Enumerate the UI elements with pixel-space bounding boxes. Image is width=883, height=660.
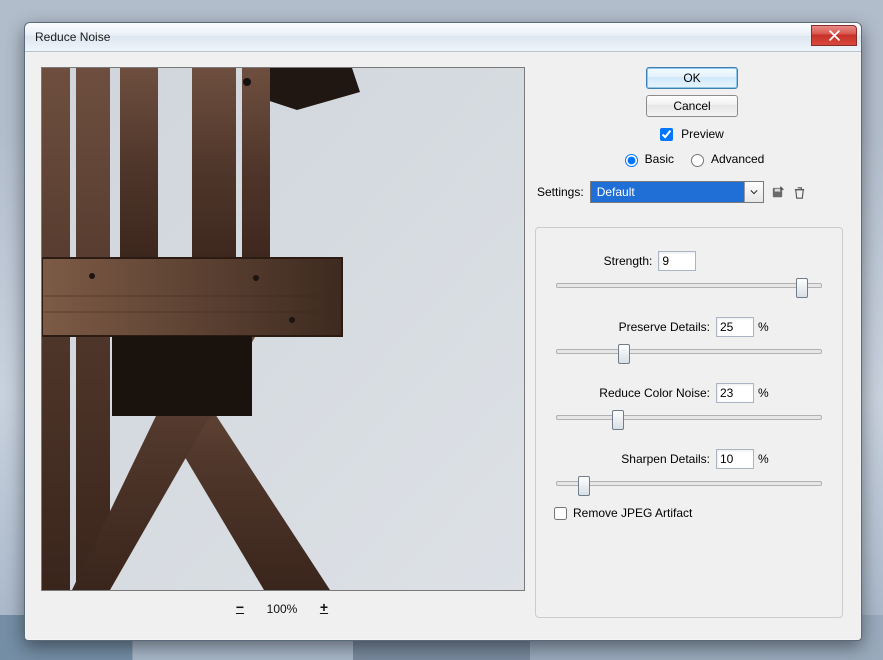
param-strength-input[interactable]: [658, 251, 696, 271]
mode-basic-radio[interactable]: [625, 154, 638, 167]
settings-value: Default: [597, 185, 635, 199]
mode-advanced-option[interactable]: Advanced: [686, 151, 764, 167]
param-preserve-unit: %: [758, 320, 776, 334]
dialog-window: Reduce Noise: [24, 22, 862, 641]
chevron-down-icon: [744, 182, 763, 202]
param-sharpen-details: Sharpen Details: %: [554, 448, 824, 490]
ok-button[interactable]: OK: [646, 67, 738, 89]
delete-preset-button[interactable]: [792, 184, 808, 200]
param-reducecolor-input[interactable]: [716, 383, 754, 403]
preview-image[interactable]: [41, 67, 525, 591]
param-reduce-color-noise: Reduce Color Noise: %: [554, 382, 824, 424]
param-preserve-input[interactable]: [716, 317, 754, 337]
mode-advanced-label: Advanced: [711, 152, 764, 166]
param-sharpen-label: Sharpen Details:: [621, 452, 710, 466]
window-title: Reduce Noise: [35, 30, 110, 44]
floppy-arrow-icon: [770, 185, 785, 200]
slider-thumb[interactable]: [618, 344, 630, 364]
slider-thumb[interactable]: [612, 410, 624, 430]
mode-basic-label: Basic: [645, 152, 674, 166]
save-preset-button[interactable]: [770, 184, 786, 200]
param-reducecolor-label: Reduce Color Noise:: [599, 386, 710, 400]
mode-advanced-radio[interactable]: [691, 154, 704, 167]
window-close-button[interactable]: [811, 25, 857, 46]
param-strength-slider[interactable]: [556, 278, 822, 292]
remove-jpeg-label: Remove JPEG Artifact: [573, 506, 692, 520]
param-sharpen-slider[interactable]: [556, 476, 822, 490]
preview-checkbox[interactable]: [660, 128, 673, 141]
mode-basic-option[interactable]: Basic: [620, 151, 674, 167]
param-strength: Strength:: [554, 250, 824, 292]
param-reducecolor-slider[interactable]: [556, 410, 822, 424]
trash-icon: [792, 185, 807, 200]
param-sharpen-unit: %: [758, 452, 776, 466]
zoom-level: 100%: [261, 602, 303, 616]
param-preserve-label: Preserve Details:: [619, 320, 710, 334]
titlebar: Reduce Noise: [25, 23, 861, 52]
cancel-button[interactable]: Cancel: [646, 95, 738, 117]
param-sharpen-input[interactable]: [716, 449, 754, 469]
settings-dropdown[interactable]: Default: [590, 181, 764, 203]
preview-checkbox-label: Preview: [681, 127, 724, 141]
zoom-in-button[interactable]: +: [317, 602, 331, 616]
slider-thumb[interactable]: [578, 476, 590, 496]
remove-jpeg-checkbox[interactable]: [554, 507, 567, 520]
settings-label: Settings:: [537, 185, 584, 199]
slider-thumb[interactable]: [796, 278, 808, 298]
zoom-out-button[interactable]: −: [233, 602, 247, 616]
param-preserve-slider[interactable]: [556, 344, 822, 358]
parameters-group: Strength: Preserve Details: %: [535, 227, 843, 618]
close-icon: [829, 30, 840, 41]
param-reducecolor-unit: %: [758, 386, 776, 400]
param-preserve-details: Preserve Details: %: [554, 316, 824, 358]
param-strength-label: Strength:: [604, 254, 653, 268]
